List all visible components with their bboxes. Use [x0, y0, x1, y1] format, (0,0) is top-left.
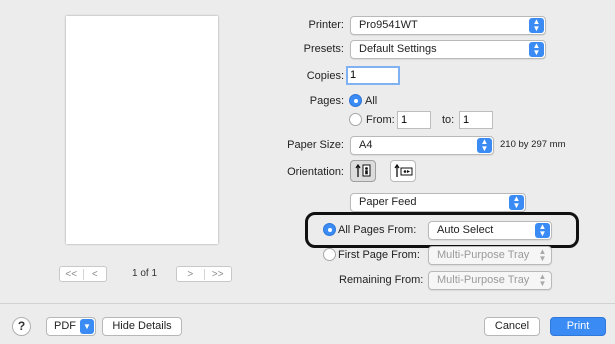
footer-separator — [0, 303, 615, 304]
presets-select[interactable]: Default Settings ▲ ▼ — [350, 40, 546, 59]
first-page-from-value: Multi-Purpose Tray — [437, 249, 530, 261]
printer-select[interactable]: Pro9541WT ▲ ▼ — [350, 16, 546, 35]
pages-from-radio[interactable] — [349, 113, 362, 126]
orientation-label: Orientation: — [287, 166, 344, 178]
first-page-from-radio[interactable] — [323, 248, 336, 261]
first-page-from-label: First Page From: — [338, 249, 420, 261]
hide-details-button[interactable]: Hide Details — [102, 317, 182, 336]
chevron-updown-icon: ▲ ▼ — [529, 42, 544, 57]
page-indicator: 1 of 1 — [132, 268, 158, 279]
previous-page-button[interactable]: < — [82, 268, 107, 280]
section-select[interactable]: Paper Feed ▲ ▼ — [350, 193, 526, 212]
next-page-button[interactable]: > — [177, 269, 204, 280]
portrait-orientation-button[interactable] — [350, 160, 376, 182]
remaining-from-value: Multi-Purpose Tray — [437, 274, 530, 286]
pages-from-input[interactable]: 1 — [397, 111, 431, 129]
page-preview — [66, 16, 218, 244]
paper-size-value: A4 — [359, 139, 373, 151]
print-button[interactable]: Print — [550, 317, 606, 336]
section-value: Paper Feed — [359, 196, 417, 208]
cancel-button[interactable]: Cancel — [484, 317, 540, 336]
page-navigation: << < 1 of 1 > >> — [59, 266, 239, 286]
first-prev-buttons: << < — [59, 266, 107, 282]
last-page-button[interactable]: >> — [203, 268, 232, 280]
chevron-updown-icon: ▲ ▼ — [529, 18, 544, 33]
portrait-icon — [355, 163, 371, 177]
chevron-down-icon: ▼ — [80, 319, 94, 334]
landscape-orientation-button[interactable] — [390, 160, 416, 182]
help-button[interactable]: ? — [12, 317, 31, 336]
remaining-from-select[interactable]: Multi-Purpose Tray ▲ ▼ — [428, 271, 552, 290]
pages-to-label: to: — [442, 114, 455, 126]
remaining-from-label: Remaining From: — [339, 274, 424, 286]
chevron-updown-icon: ▲ ▼ — [509, 195, 524, 210]
pages-all-radio[interactable] — [349, 94, 362, 107]
preview-area — [0, 0, 282, 300]
pages-to-input[interactable]: 1 — [459, 111, 493, 129]
printer-label: Printer: — [308, 19, 344, 31]
pdf-menu-button[interactable]: PDF ▼ — [46, 317, 96, 336]
all-pages-from-label: All Pages From: — [338, 224, 417, 236]
pdf-label: PDF — [54, 320, 76, 332]
pages-all-label: All — [365, 95, 378, 107]
presets-value: Default Settings — [359, 43, 437, 55]
chevron-updown-icon: ▲ ▼ — [538, 247, 547, 263]
pages-from-label: From: — [366, 114, 395, 126]
printer-value: Pro9541WT — [359, 19, 418, 31]
copies-input[interactable]: 1 — [346, 66, 400, 85]
copies-label: Copies: — [306, 70, 344, 82]
paper-size-label: Paper Size: — [287, 139, 344, 151]
paper-size-select[interactable]: A4 ▲ ▼ — [350, 136, 494, 155]
presets-label: Presets: — [303, 43, 344, 55]
paper-dimensions: 210 by 297 mm — [500, 139, 566, 150]
all-pages-from-radio[interactable] — [323, 223, 336, 236]
first-page-button[interactable]: << — [60, 269, 83, 280]
first-page-from-select[interactable]: Multi-Purpose Tray ▲ ▼ — [428, 246, 552, 265]
landscape-icon — [394, 163, 413, 177]
all-pages-from-value: Auto Select — [437, 224, 494, 236]
pages-label: Pages: — [309, 95, 344, 107]
all-pages-from-select[interactable]: Auto Select ▲ ▼ — [428, 221, 552, 240]
chevron-updown-icon: ▲ ▼ — [538, 272, 547, 288]
chevron-updown-icon: ▲ ▼ — [477, 138, 492, 153]
next-last-buttons: > >> — [176, 266, 232, 282]
chevron-updown-icon: ▲ ▼ — [535, 223, 550, 238]
